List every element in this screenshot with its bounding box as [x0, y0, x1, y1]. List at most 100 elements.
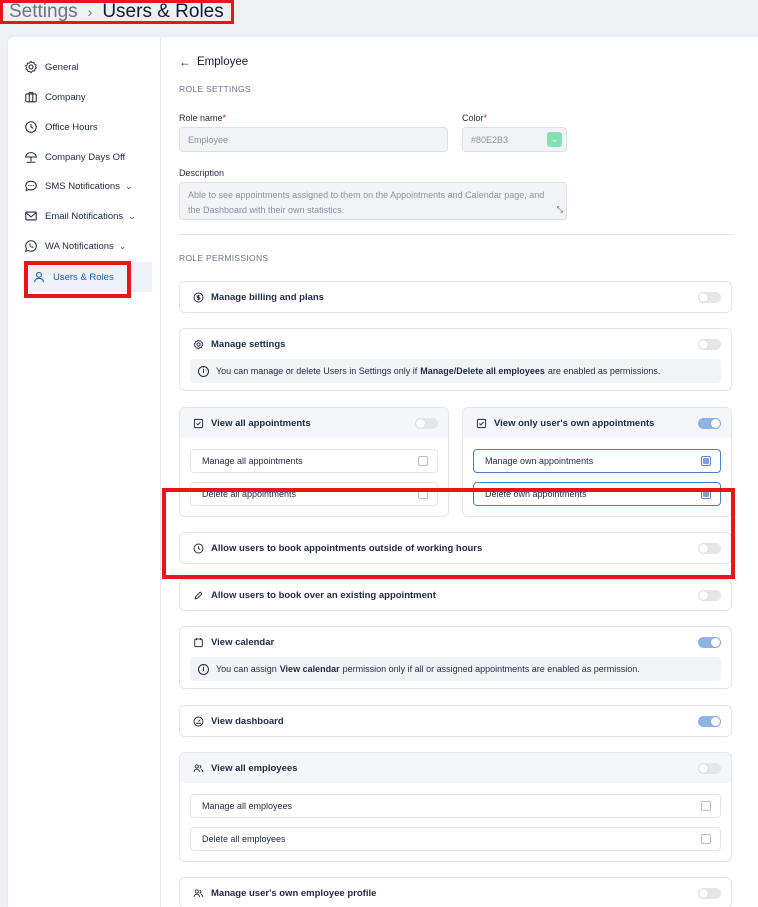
permission-label: View dashboard [211, 715, 284, 727]
manage-own-appointments-checkbox[interactable] [701, 456, 711, 466]
employees-toggle[interactable] [698, 763, 721, 774]
settings-info-note: i You can manage or delete Users in Sett… [190, 359, 721, 383]
resize-handle-icon[interactable]: ⤡ [557, 202, 563, 217]
sidebar-item-wa-notifications[interactable]: WA Notifications ⌄ [24, 231, 126, 261]
chat-bubble-icon [25, 180, 37, 192]
sidebar-item-label: Email Notifications [45, 210, 124, 222]
permission-card-own-profile: Manage user's own employee profile [179, 877, 732, 907]
sidebar-item-office-hours[interactable]: Office Hours [24, 112, 98, 142]
calendar-info-note: i You can assign View calendar permissio… [190, 657, 721, 681]
clock-icon [25, 121, 37, 133]
billing-toggle[interactable] [698, 292, 721, 303]
envelope-icon [25, 211, 37, 221]
sidebar-item-company-days-off[interactable]: Company Days Off [24, 142, 125, 172]
breadcrumb-current: Users & Roles [102, 1, 224, 22]
permission-header: View all employees [180, 753, 731, 783]
breadcrumb-separator: › [87, 4, 93, 20]
info-text-bold: Manage/Delete all employees [420, 366, 545, 376]
permission-label: Manage settings [211, 338, 286, 350]
permission-header: Manage user's own employee profile [180, 878, 731, 907]
delete-all-employees-checkbox[interactable] [701, 834, 711, 844]
view-own-appointments-toggle[interactable] [698, 418, 721, 429]
sidebar-item-label: SMS Notifications [45, 180, 120, 192]
option-label: Manage all appointments [202, 456, 303, 466]
own-profile-toggle[interactable] [698, 888, 721, 899]
dashboard-toggle[interactable] [698, 716, 721, 727]
sidebar-item-label: Office Hours [45, 121, 98, 133]
description-text: Able to see appointments assigned to the… [188, 190, 545, 215]
checkbox-square-icon [193, 418, 204, 428]
color-value: #80E2B3 [471, 134, 509, 145]
permission-card-dashboard: View dashboard [179, 705, 732, 737]
info-icon: i [198, 365, 209, 377]
permission-label: Allow users to book over an existing app… [211, 589, 436, 601]
users-icon [193, 888, 204, 897]
gear-icon [25, 60, 37, 74]
manage-all-appointments-checkbox[interactable] [418, 456, 428, 466]
settings-panel: General Company Office Hours Company Day… [8, 37, 758, 907]
role-permissions-heading: ROLE PERMISSIONS [179, 253, 269, 263]
permission-header: View only user's own appointments [463, 408, 731, 438]
chevron-down-icon: ⌄ [128, 210, 136, 221]
info-text: permission only if all or assigned appoi… [342, 664, 640, 674]
breadcrumb: Settings › Users & Roles [0, 0, 234, 24]
info-icon: i [198, 663, 209, 675]
sidebar-item-label: General [45, 61, 79, 73]
permission-header: View dashboard [180, 706, 731, 736]
permission-header: View calendar [180, 627, 731, 657]
chevron-down-icon: ⌄ [118, 240, 127, 251]
back-button[interactable]: ← Employee [179, 55, 248, 69]
info-text: You can manage or delete Users in Settin… [216, 366, 418, 376]
breadcrumb-settings-link[interactable]: Settings [9, 1, 78, 23]
sidebar-item-email-notifications[interactable]: Email Notifications ⌄ [24, 201, 136, 231]
sidebar-item-general[interactable]: General [24, 52, 79, 82]
manage-own-appointments-option[interactable]: Manage own appointments [473, 449, 721, 473]
checkbox-square-icon [476, 418, 487, 428]
divider [179, 234, 734, 235]
sidebar: General Company Office Hours Company Day… [8, 37, 161, 907]
role-settings-heading: ROLE SETTINGS [179, 84, 251, 94]
permission-card-overbook: Allow users to book over an existing app… [179, 579, 732, 611]
manage-all-employees-option[interactable]: Manage all employees [190, 794, 721, 818]
sidebar-item-label: Company [45, 91, 86, 103]
permission-header: View all appointments [180, 408, 448, 438]
permission-label: View calendar [211, 636, 275, 648]
manage-all-employees-checkbox[interactable] [701, 801, 711, 811]
permission-header: Manage settings [180, 329, 731, 359]
permission-label: Manage billing and plans [211, 291, 324, 303]
sidebar-item-company[interactable]: Company [24, 82, 86, 112]
option-label: Manage own appointments [485, 456, 594, 466]
chevron-down-icon[interactable]: ⌄ [547, 132, 562, 147]
permission-label: View only user's own appointments [494, 417, 655, 429]
calendar-toggle[interactable] [698, 637, 721, 648]
sidebar-item-sms-notifications[interactable]: SMS Notifications ⌄ [24, 171, 133, 201]
permission-label: View all employees [211, 762, 298, 774]
page-title: Employee [197, 56, 249, 68]
description-label: Description [179, 168, 225, 178]
briefcase-icon [25, 92, 37, 103]
manage-all-appointments-option[interactable]: Manage all appointments [190, 449, 438, 473]
settings-toggle[interactable] [698, 339, 721, 350]
permission-card-employees: View all employees Manage all employees … [179, 752, 732, 862]
info-text: are enabled as permissions. [547, 366, 661, 376]
highlight-frame [24, 261, 131, 298]
overbook-toggle[interactable] [698, 590, 721, 601]
delete-all-employees-option[interactable]: Delete all employees [190, 827, 721, 851]
description-textarea[interactable]: Able to see appointments assigned to the… [179, 182, 567, 220]
permission-card-billing: Manage billing and plans [179, 281, 732, 313]
whatsapp-icon [25, 240, 37, 252]
chevron-down-icon: ⌄ [124, 180, 133, 191]
permission-card-settings: Manage settings i You can manage or dele… [179, 328, 732, 391]
option-label: Delete all employees [202, 834, 286, 844]
calendar-icon [194, 637, 203, 647]
gear-icon [193, 339, 204, 349]
dollar-icon [193, 292, 204, 302]
permission-label: Manage user's own employee profile [211, 887, 377, 899]
view-all-appointments-toggle[interactable] [415, 418, 438, 429]
dashboard-gauge-icon [193, 716, 204, 726]
info-text: You can assign [216, 664, 277, 674]
color-input[interactable]: #80E2B3 ⌄ [462, 127, 567, 152]
role-name-input[interactable]: Employee [179, 127, 448, 152]
permission-label: View all appointments [211, 417, 311, 429]
pencil-icon [194, 591, 203, 599]
